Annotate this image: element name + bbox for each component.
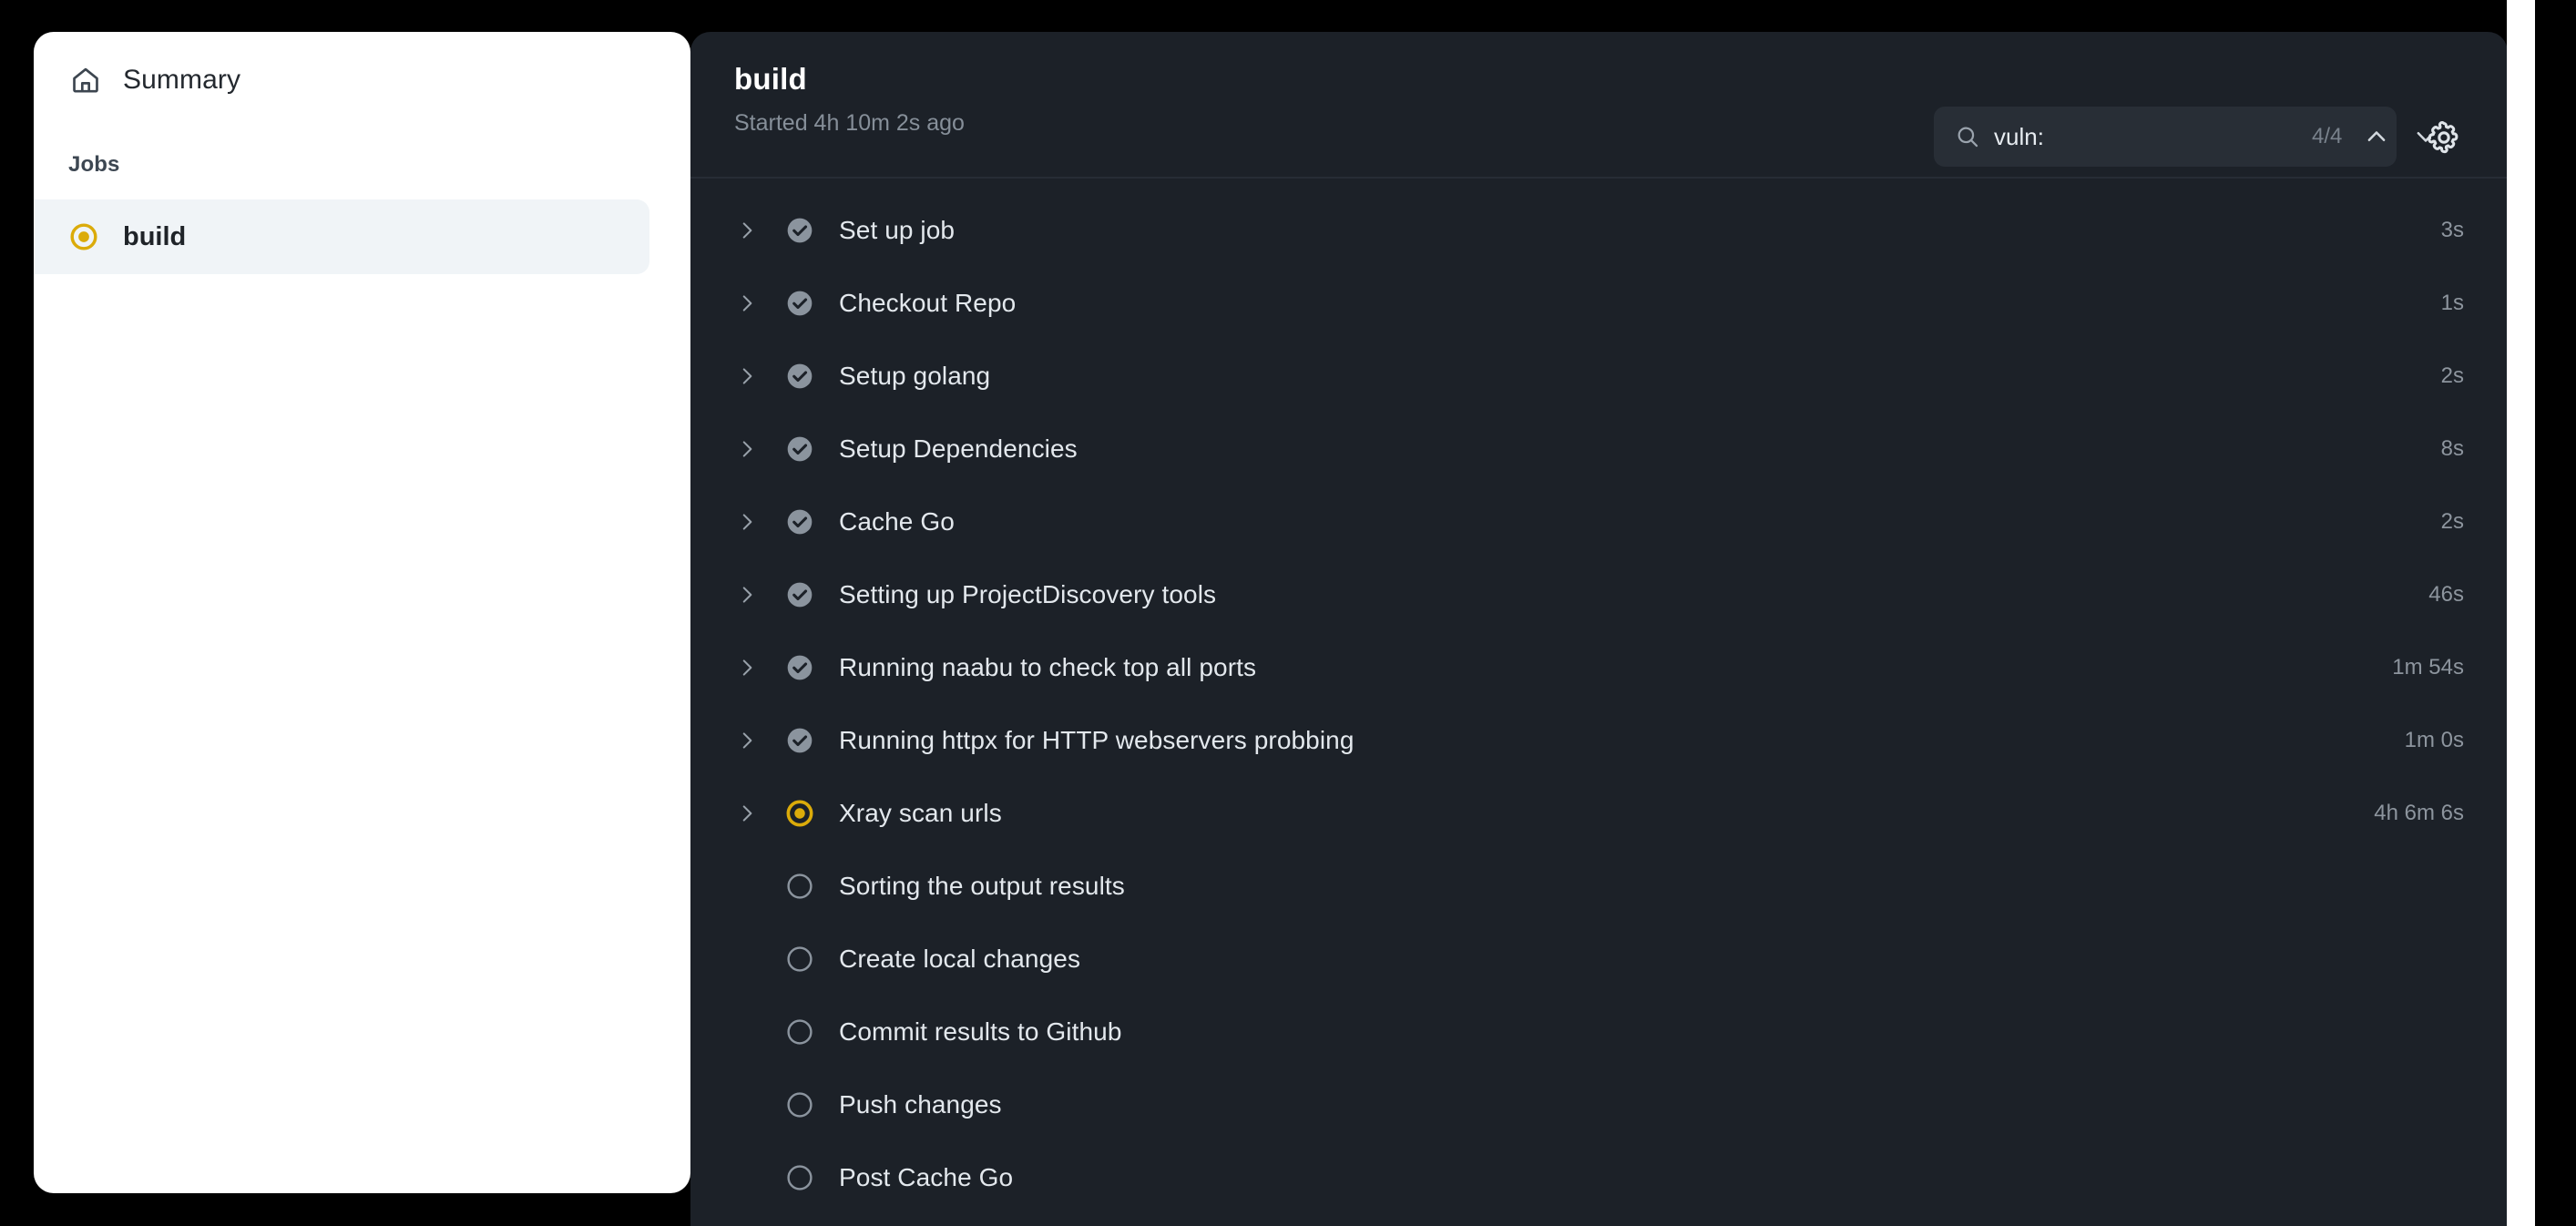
step-duration: 2s (2440, 363, 2464, 388)
chevron-right-icon (734, 1092, 760, 1118)
steps-list: Set up job 3s Checkout Repo 1s Setup golang 2… (690, 179, 2508, 1214)
step-row: Post Cache Go (690, 1141, 2508, 1214)
step-label: Setup golang (839, 362, 991, 390)
step-label: Cache Go (839, 507, 955, 536)
step-label: Setup Dependencies (839, 434, 1078, 463)
gear-icon (2426, 119, 2462, 160)
step-duration: 1s (2440, 291, 2464, 315)
pending-circle-icon (784, 871, 815, 902)
chevron-right-icon (734, 1165, 760, 1190)
search-icon (1954, 123, 1981, 150)
step-row[interactable]: Cache Go 2s (690, 485, 2508, 558)
step-row[interactable]: Running httpx for HTTP webservers probbi… (690, 704, 2508, 777)
step-label: Sorting the output results (839, 872, 1125, 900)
step-label: Checkout Repo (839, 289, 1017, 317)
pending-circle-icon (784, 944, 815, 975)
step-duration: 1m 0s (2404, 728, 2464, 752)
step-duration: 2s (2440, 509, 2464, 534)
home-icon (68, 63, 103, 97)
scrollbar-gutter[interactable] (2507, 0, 2535, 1226)
pending-circle-icon (784, 1089, 815, 1120)
run-started-text: Started 4h 10m 2s ago (734, 110, 965, 136)
log-panel: build Started 4h 10m 2s ago 4/4 (690, 32, 2508, 1226)
step-row[interactable]: Checkout Repo 1s (690, 267, 2508, 340)
step-row: Sorting the output results (690, 850, 2508, 923)
chevron-right-icon[interactable] (734, 728, 760, 753)
settings-button[interactable] (2424, 119, 2464, 159)
step-label: Running naabu to check top all ports (839, 653, 1257, 681)
chevron-right-icon (734, 1019, 760, 1045)
step-row: Commit results to Github (690, 996, 2508, 1068)
step-label: Create local changes (839, 945, 1081, 973)
sidebar: Summary Jobs build (34, 32, 690, 1193)
step-label: Commit results to Github (839, 1017, 1122, 1046)
sidebar-item-summary-label: Summary (123, 65, 241, 95)
log-header: build Started 4h 10m 2s ago 4/4 (690, 32, 2508, 179)
step-row[interactable]: Xray scan urls 4h 6m 6s (690, 777, 2508, 850)
chevron-right-icon[interactable] (734, 291, 760, 316)
sidebar-item-build[interactable]: build (34, 199, 649, 274)
chevron-right-icon[interactable] (734, 436, 760, 462)
sidebar-jobs-heading: Jobs (68, 152, 120, 177)
step-label: Push changes (839, 1090, 1002, 1119)
search-prev-button[interactable] (2358, 118, 2395, 155)
step-duration: 46s (2428, 582, 2464, 607)
step-label: Xray scan urls (839, 799, 1002, 827)
in-progress-icon (68, 221, 99, 252)
chevron-right-icon (734, 946, 760, 972)
pending-circle-icon (784, 1162, 815, 1193)
step-row[interactable]: Setup Dependencies 8s (690, 413, 2508, 485)
check-circle-icon (784, 579, 815, 610)
chevron-right-icon[interactable] (734, 655, 760, 680)
step-row[interactable]: Running naabu to check top all ports 1m 5… (690, 631, 2508, 704)
step-row[interactable]: Setting up ProjectDiscovery tools 46s (690, 558, 2508, 631)
chevron-right-icon[interactable] (734, 582, 760, 608)
workflow-run-viewer: Summary Jobs build build Started 4h 10m … (0, 0, 2576, 1226)
check-circle-icon (784, 652, 815, 683)
step-label: Post Cache Go (839, 1163, 1014, 1191)
chevron-right-icon[interactable] (734, 218, 760, 243)
chevron-right-icon (734, 874, 760, 899)
sidebar-item-summary[interactable]: Summary (34, 52, 690, 108)
step-label: Running httpx for HTTP webservers probbi… (839, 726, 1354, 754)
chevron-right-icon[interactable] (734, 801, 760, 826)
page-title: build (734, 62, 807, 96)
step-row[interactable]: Set up job 3s (690, 194, 2508, 267)
step-label: Setting up ProjectDiscovery tools (839, 580, 1217, 608)
check-circle-icon (784, 506, 815, 537)
search-input[interactable] (1994, 122, 2299, 151)
step-row: Push changes (690, 1068, 2508, 1141)
step-duration: 4h 6m 6s (2374, 801, 2464, 825)
search-match-count: 4/4 (2312, 124, 2343, 148)
check-circle-icon (784, 434, 815, 465)
chevron-right-icon[interactable] (734, 363, 760, 389)
check-circle-icon (784, 361, 815, 392)
step-row[interactable]: Setup golang 2s (690, 340, 2508, 413)
step-label: Set up job (839, 216, 956, 244)
sidebar-item-build-label: build (123, 221, 187, 251)
in-progress-icon (784, 798, 815, 829)
check-circle-icon (784, 215, 815, 246)
chevron-right-icon[interactable] (734, 509, 760, 535)
log-search-box[interactable]: 4/4 (1934, 107, 2435, 167)
step-duration: 8s (2440, 436, 2464, 461)
pending-circle-icon (784, 1017, 815, 1047)
step-duration: 3s (2440, 218, 2464, 242)
step-row: Create local changes (690, 923, 2508, 996)
check-circle-icon (784, 725, 815, 756)
check-circle-icon (784, 288, 815, 319)
step-duration: 1m 54s (2392, 655, 2464, 679)
